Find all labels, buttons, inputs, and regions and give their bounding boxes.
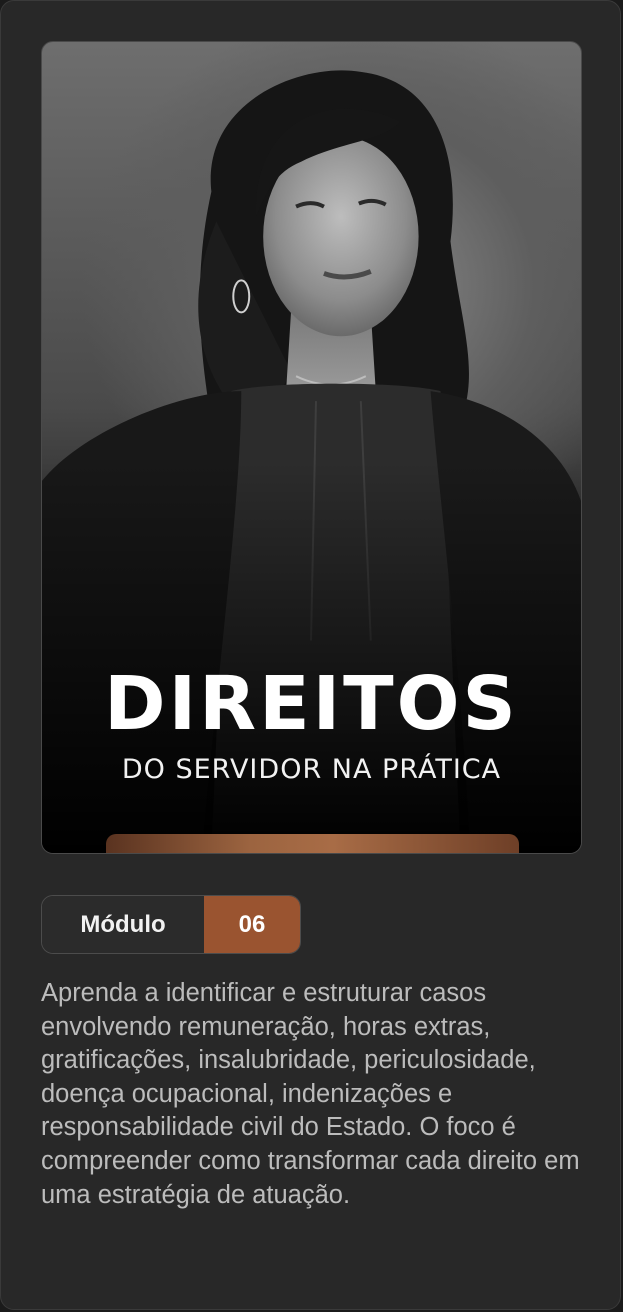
module-badge: Módulo 06	[41, 895, 301, 954]
module-description: Aprenda a identificar e estruturar casos…	[41, 979, 580, 1209]
cover-title: DIREITOS	[104, 661, 519, 747]
cover-accent-bar	[106, 834, 519, 853]
course-cover-image: DIREITOS DO SERVIDOR NA PRÁTICA	[41, 41, 582, 854]
module-number: 06	[204, 896, 300, 953]
module-card[interactable]: DIREITOS DO SERVIDOR NA PRÁTICA Módulo 0…	[0, 0, 621, 1310]
module-label: Módulo	[42, 896, 204, 953]
cover-subtitle: DO SERVIDOR NA PRÁTICA	[121, 754, 502, 785]
